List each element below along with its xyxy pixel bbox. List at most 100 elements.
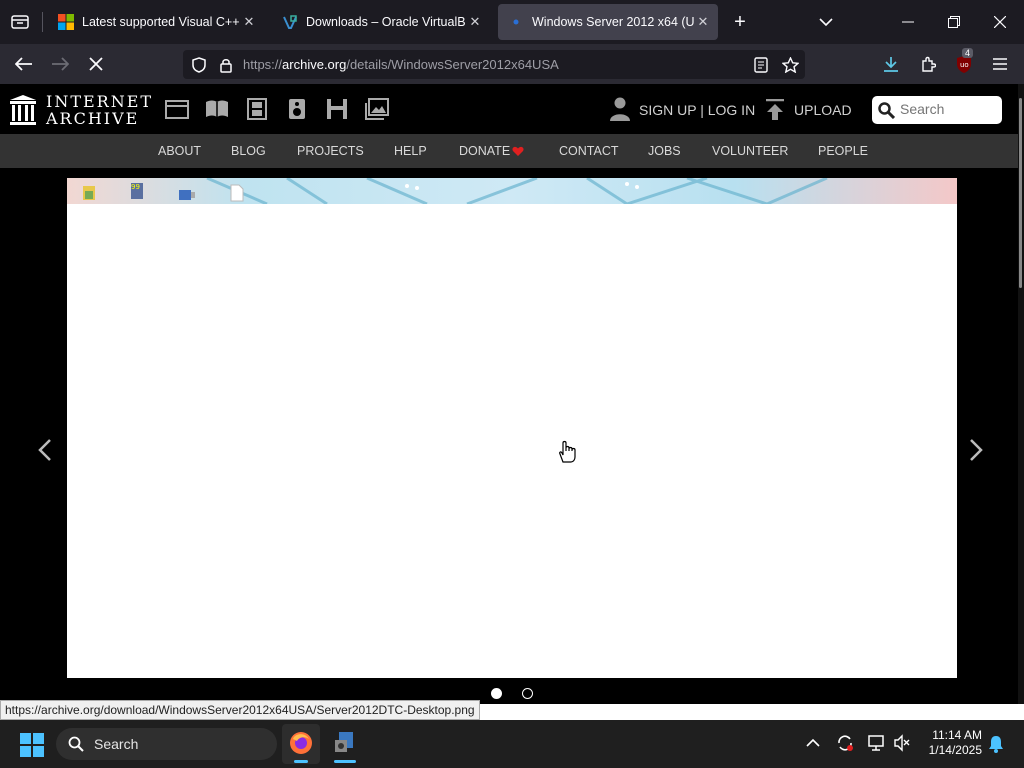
video-icon[interactable]: [245, 98, 269, 120]
upload-icon[interactable]: [765, 99, 785, 121]
taskbar-clock[interactable]: 11:14 AM 1/14/2025: [916, 728, 982, 758]
list-tabs-icon[interactable]: [814, 10, 838, 34]
archive-logo-text[interactable]: INTERNET ARCHIVE: [46, 93, 153, 127]
svg-text:uo: uo: [960, 61, 969, 69]
upload-link[interactable]: UPLOAD: [794, 102, 852, 118]
carousel-dot-1[interactable]: [491, 688, 502, 699]
downloads-icon[interactable]: [879, 52, 903, 76]
prev-slide-icon[interactable]: [37, 436, 53, 470]
search-icon[interactable]: [878, 102, 895, 119]
show-hidden-icons-icon[interactable]: [806, 738, 820, 748]
clock-time: 11:14 AM: [932, 728, 982, 742]
nav-contact[interactable]: CONTACT: [559, 144, 619, 158]
setup-installer-icon: [335, 732, 353, 752]
nav-jobs[interactable]: JOBS: [648, 144, 681, 158]
taskbar-firefox[interactable]: [282, 724, 320, 764]
search-icon: [68, 736, 84, 752]
nav-people[interactable]: PEOPLE: [818, 144, 868, 158]
firefox-view-icon[interactable]: [8, 10, 32, 34]
next-slide-icon[interactable]: [968, 436, 984, 470]
desktop-wallpaper-strip: 99: [67, 178, 957, 204]
web-icon[interactable]: [165, 98, 189, 120]
taskbar-search-label: Search: [94, 736, 139, 752]
forward-icon[interactable]: [48, 52, 72, 76]
logo-line1: INTERNET: [46, 92, 154, 111]
close-window-button[interactable]: [980, 8, 1020, 36]
hand-cursor-icon: [559, 440, 576, 463]
microsoft-icon: [58, 14, 74, 30]
archive-building-icon[interactable]: [9, 94, 37, 126]
taskbar-setup-app[interactable]: [326, 724, 364, 764]
sync-icon[interactable]: [836, 734, 854, 752]
nav-about[interactable]: ABOUT: [158, 144, 201, 158]
network-icon[interactable]: [867, 734, 885, 752]
volume-muted-icon[interactable]: [893, 734, 911, 752]
archive-icon: [513, 19, 519, 25]
svg-text:99: 99: [131, 183, 140, 191]
tab-title: Latest supported Visual C++ Re: [82, 15, 240, 29]
texts-icon[interactable]: [205, 98, 229, 120]
extensions-icon[interactable]: [916, 52, 940, 76]
heart-icon: [512, 146, 524, 156]
search-input[interactable]: [900, 101, 998, 117]
bookmark-star-icon[interactable]: [778, 53, 802, 77]
active-indicator: [294, 760, 308, 763]
nav-blog[interactable]: BLOG: [231, 144, 266, 158]
stop-loading-icon[interactable]: [84, 52, 108, 76]
nav-volunteer[interactable]: VOLUNTEER: [712, 144, 788, 158]
archive-search-box[interactable]: [872, 96, 1002, 124]
archive-header: INTERNET ARCHIVE SIGN UP | LOG IN UPLOAD: [0, 84, 1024, 134]
new-tab-icon[interactable]: +: [728, 10, 752, 34]
carousel-dot-2[interactable]: [522, 688, 533, 699]
page-scrollbar[interactable]: [1018, 84, 1024, 720]
close-tab-icon[interactable]: ✕: [240, 14, 258, 30]
ublock-origin-icon[interactable]: uo 4: [952, 48, 976, 76]
shortcut-icon: [179, 190, 195, 200]
software-icon[interactable]: [325, 98, 349, 120]
signup-login-link[interactable]: SIGN UP | LOG IN: [639, 102, 755, 118]
tab-windows-server[interactable]: Windows Server 2012 x64 (USA ✕: [498, 4, 718, 40]
tab-visual-cpp[interactable]: Latest supported Visual C++ Re ✕: [48, 4, 264, 40]
minimize-button[interactable]: [888, 8, 928, 36]
virtualbox-icon: [283, 15, 297, 29]
restore-button[interactable]: [934, 8, 974, 36]
user-icon[interactable]: [610, 97, 630, 121]
clock-date: 1/14/2025: [928, 743, 982, 757]
taskbar-search[interactable]: Search: [56, 728, 277, 760]
close-tab-icon[interactable]: ✕: [694, 14, 712, 30]
close-tab-icon[interactable]: ✕: [466, 14, 484, 30]
tab-title: Windows Server 2012 x64 (USA: [532, 15, 694, 29]
notification-bell-icon[interactable]: [988, 735, 1004, 753]
logo-line2: ARCHIVE: [46, 109, 140, 128]
tab-strip: Latest supported Visual C++ Re ✕ Downloa…: [0, 0, 1024, 44]
url-bar[interactable]: https://archive.org/details/WindowsServe…: [183, 50, 805, 79]
reader-view-icon[interactable]: [749, 53, 773, 77]
tab-separator: [42, 12, 43, 32]
windows-taskbar: Search 11:14 AM 1/14/2025: [0, 720, 1024, 768]
document-icon: [230, 184, 244, 202]
hamburger-menu-icon[interactable]: [988, 52, 1012, 76]
tab-virtualbox[interactable]: Downloads – Oracle VirtualBox ✕: [272, 4, 490, 40]
url-text[interactable]: https://archive.org/details/WindowsServe…: [243, 57, 559, 72]
audio-icon[interactable]: [285, 98, 309, 120]
tab-title: Downloads – Oracle VirtualBox: [306, 15, 466, 29]
nav-donate[interactable]: DONATE: [459, 144, 510, 158]
nav-projects[interactable]: PROJECTS: [297, 144, 364, 158]
images-icon[interactable]: [365, 98, 389, 120]
preview-image[interactable]: 99: [67, 178, 957, 678]
image-carousel: 99: [0, 168, 1018, 720]
folder-icon: [83, 186, 95, 200]
active-indicator: [334, 760, 356, 763]
windows-start-icon[interactable]: [20, 733, 44, 757]
tracking-shield-icon[interactable]: [187, 53, 211, 77]
back-icon[interactable]: [12, 52, 36, 76]
status-link-tooltip: https://archive.org/download/WindowsServ…: [0, 700, 480, 720]
lock-icon[interactable]: [214, 53, 238, 77]
scroll-thumb[interactable]: [1019, 98, 1022, 288]
wallpaper-pattern: [206, 178, 828, 204]
archive-nav-bar: ABOUT BLOG PROJECTS HELP DONATE CONTACT …: [0, 134, 1024, 168]
nav-help[interactable]: HELP: [394, 144, 427, 158]
page-footer-strip: [470, 704, 1024, 720]
extension-badge: 4: [962, 48, 974, 58]
recycle-bin-icon: 99: [131, 183, 143, 199]
